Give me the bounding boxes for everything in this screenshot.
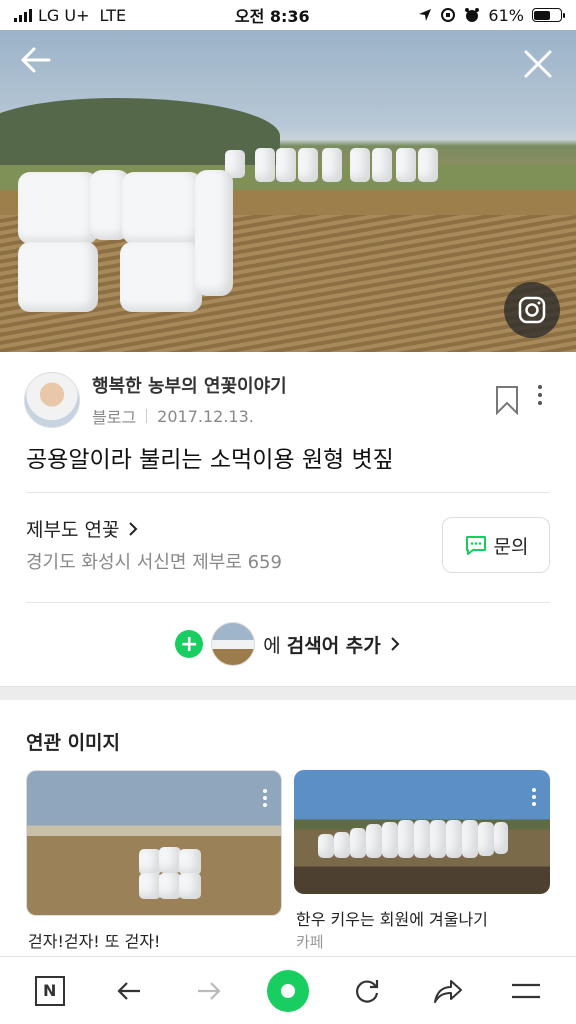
divider xyxy=(26,602,550,603)
network-label: LTE xyxy=(99,5,127,25)
related-images-title: 연관 이미지 xyxy=(26,732,121,754)
naver-button[interactable]: N xyxy=(26,967,74,1015)
card-source: 카페 xyxy=(296,933,324,951)
place-address: 경기도 화성시 서신면 제부로 659 xyxy=(26,552,282,573)
bookmark-button[interactable] xyxy=(494,385,520,419)
plus-icon: + xyxy=(175,630,204,658)
meta-divider xyxy=(146,409,148,423)
nav-forward-button[interactable] xyxy=(185,967,233,1015)
naver-icon: N xyxy=(34,975,65,1006)
forward-arrow-icon xyxy=(197,981,221,1000)
nav-home-button[interactable] xyxy=(264,967,312,1015)
add-keyword-row[interactable]: + 에 검색어 추가 xyxy=(0,620,576,668)
author-row[interactable]: 행복한 농부의 연꽃이야기 블로그 2017.12.13. xyxy=(24,372,287,428)
refresh-button[interactable] xyxy=(343,967,391,1015)
home-green-icon xyxy=(266,969,309,1012)
divider xyxy=(26,492,550,493)
menu-icon xyxy=(512,983,541,998)
source-label: 블로그 xyxy=(92,408,137,427)
keyword-thumbnail xyxy=(211,622,256,666)
lens-search-button[interactable] xyxy=(504,282,560,338)
avatar[interactable] xyxy=(24,372,80,428)
menu-button[interactable] xyxy=(502,967,550,1015)
location-arrow-icon xyxy=(419,9,432,21)
post-title[interactable]: 공용알이라 불리는 소먹이용 원형 볏짚 xyxy=(26,440,394,474)
nav-back-button[interactable] xyxy=(105,967,153,1015)
chevron-right-icon xyxy=(129,521,138,536)
place-link[interactable]: 제부도 연꽃 xyxy=(26,515,139,542)
card-more-button[interactable] xyxy=(532,788,536,806)
hero-image[interactable] xyxy=(0,30,576,352)
carrier-label: LG U+ xyxy=(38,5,90,25)
close-button[interactable] xyxy=(516,42,560,86)
card-caption[interactable]: 한우 키우는 회원에 겨울나기 xyxy=(296,906,488,930)
place-name: 제부도 연꽃 xyxy=(26,519,120,541)
bookmark-icon xyxy=(496,386,518,416)
more-options-button[interactable] xyxy=(538,385,542,405)
rotation-lock-icon xyxy=(441,8,456,22)
chevron-right-icon xyxy=(391,637,400,651)
refresh-icon xyxy=(356,979,379,1003)
status-bar: LG U+ LTE 오전 8:36 61% xyxy=(0,0,576,30)
back-arrow-icon xyxy=(117,981,141,1000)
close-icon xyxy=(524,50,552,78)
post-date: 2017.12.13. xyxy=(157,406,254,426)
related-image-card[interactable] xyxy=(26,770,282,916)
bottom-nav: N xyxy=(0,956,576,1024)
card-more-button[interactable] xyxy=(263,789,267,807)
card-caption[interactable]: 걷자!걷자! 또 걷자! xyxy=(28,928,160,952)
clock: 오전 8:36 xyxy=(234,7,310,26)
arrow-left-icon xyxy=(20,47,51,73)
keyword-prefix: 에 xyxy=(263,634,281,657)
inquiry-label: 문의 xyxy=(493,535,529,558)
signal-icon xyxy=(14,8,32,22)
share-icon xyxy=(433,979,462,1003)
share-button[interactable] xyxy=(423,967,471,1015)
alarm-icon xyxy=(465,8,480,22)
related-image-card[interactable] xyxy=(294,770,550,894)
back-button[interactable] xyxy=(14,38,58,82)
camera-lens-icon xyxy=(518,296,546,324)
battery-percent: 61% xyxy=(488,5,524,25)
add-keyword-label: 검색어 추가 xyxy=(286,634,381,657)
inquiry-button[interactable]: 문의 xyxy=(442,517,550,573)
section-separator xyxy=(0,686,576,700)
battery-icon xyxy=(531,8,565,22)
chat-bubble-icon xyxy=(465,536,486,555)
author-name[interactable]: 행복한 농부의 연꽃이야기 xyxy=(92,372,287,398)
